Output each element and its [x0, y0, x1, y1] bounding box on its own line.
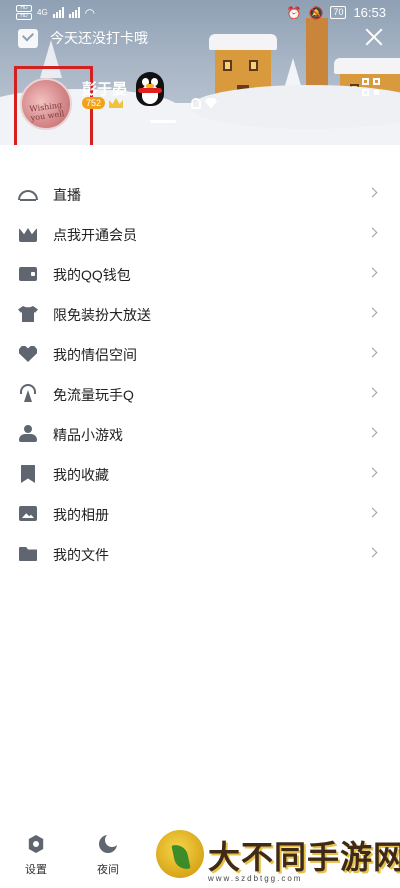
bell-icon: [191, 97, 202, 109]
moon-icon: [98, 833, 119, 854]
mute-icon: 🔕: [308, 5, 324, 20]
menu-item-album[interactable]: 我的相册: [0, 494, 400, 534]
photo-icon: [18, 504, 38, 524]
menu-item-couple-space[interactable]: 我的情侣空间: [0, 334, 400, 374]
menu-label: 我的文件: [53, 547, 109, 563]
diamond-icon: [205, 97, 218, 109]
menu-item-live[interactable]: 直播: [0, 174, 400, 214]
chevron-right-icon: [367, 387, 378, 398]
menu-item-mini-games[interactable]: 精品小游戏: [0, 414, 400, 454]
menu-label: 我的收藏: [53, 467, 109, 483]
wifi-icon: ◠: [84, 5, 96, 20]
shirt-icon: [18, 304, 38, 324]
alarm-icon: ⏰: [286, 5, 302, 20]
battery-indicator: 70: [330, 6, 347, 19]
menu-label: 我的QQ钱包: [53, 267, 131, 283]
underline-mark: [150, 120, 176, 123]
chevron-right-icon: [367, 507, 378, 518]
profile-nickname[interactable]: 彭于晏: [82, 78, 127, 99]
folder-icon: [18, 544, 38, 564]
chevron-right-icon: [367, 547, 378, 558]
menu-item-dressup[interactable]: 限免装扮大放送: [0, 294, 400, 334]
menu-label: 点我开通会员: [53, 227, 137, 243]
level-badge: 752: [82, 97, 106, 109]
menu-item-wallet[interactable]: 我的QQ钱包: [0, 254, 400, 294]
chevron-right-icon: [367, 307, 378, 318]
gear-icon: [26, 834, 46, 854]
chevron-right-icon: [367, 187, 378, 198]
menu-label: 限免装扮大放送: [53, 307, 151, 323]
menu-label: 我的相册: [53, 507, 109, 523]
bookmark-icon: [18, 464, 38, 484]
profile-badges[interactable]: 752: [82, 97, 218, 109]
menu-label: 直播: [53, 187, 81, 203]
night-mode-button[interactable]: 夜间: [88, 833, 128, 877]
heart-icon: [18, 344, 38, 364]
menu-item-files[interactable]: 我的文件: [0, 534, 400, 574]
watermark: 大不同手游网 www.szdbtgg.com: [150, 822, 400, 888]
checkin-text: 今天还没打卡哦: [50, 30, 148, 46]
menu-label: 我的情侣空间: [53, 347, 137, 363]
menu-label: 免流量玩手Q: [53, 387, 134, 403]
signal-icon-2: [68, 7, 80, 18]
watermark-url: www.szdbtgg.com: [208, 874, 303, 883]
status-time: 16:53: [353, 5, 386, 20]
settings-button[interactable]: 设置: [16, 834, 56, 877]
watermark-logo-icon: [156, 830, 204, 878]
crown-icon: [109, 98, 124, 108]
checkin-icon: [18, 28, 38, 48]
profile-header: HD HD 4G ◠ ⏰ 🔕 70 16:53 今天还没打卡哦 Wishing …: [0, 0, 400, 145]
checkin-banner[interactable]: 今天还没打卡哦: [18, 28, 148, 48]
chevron-right-icon: [367, 347, 378, 358]
game-icon: [18, 424, 38, 444]
qr-code-icon[interactable]: [362, 78, 380, 96]
signal-icon: [52, 7, 64, 18]
antenna-icon: [18, 384, 38, 404]
menu-label: 精品小游戏: [53, 427, 123, 443]
menu-item-vip[interactable]: 点我开通会员: [0, 214, 400, 254]
vip-crown-icon: [18, 224, 38, 244]
chevron-right-icon: [367, 427, 378, 438]
network-label: 4G: [37, 8, 48, 17]
night-label: 夜间: [97, 864, 119, 876]
close-icon[interactable]: [364, 27, 384, 47]
hd-badge-icon: HD HD: [16, 5, 32, 20]
chevron-right-icon: [367, 467, 378, 478]
drawer-menu: 直播 点我开通会员 我的QQ钱包 限免装扮大放送 我的情侣空间 免流量玩手Q 精…: [0, 174, 400, 574]
settings-label: 设置: [25, 864, 47, 876]
status-bar: HD HD 4G ◠ ⏰ 🔕 70 16:53: [0, 0, 400, 26]
menu-item-favorites[interactable]: 我的收藏: [0, 454, 400, 494]
menu-item-free-data[interactable]: 免流量玩手Q: [0, 374, 400, 414]
watermark-title: 大不同手游网: [208, 838, 400, 876]
live-icon: [18, 184, 38, 204]
chevron-right-icon: [367, 227, 378, 238]
chevron-right-icon: [367, 267, 378, 278]
wallet-icon: [18, 264, 38, 284]
